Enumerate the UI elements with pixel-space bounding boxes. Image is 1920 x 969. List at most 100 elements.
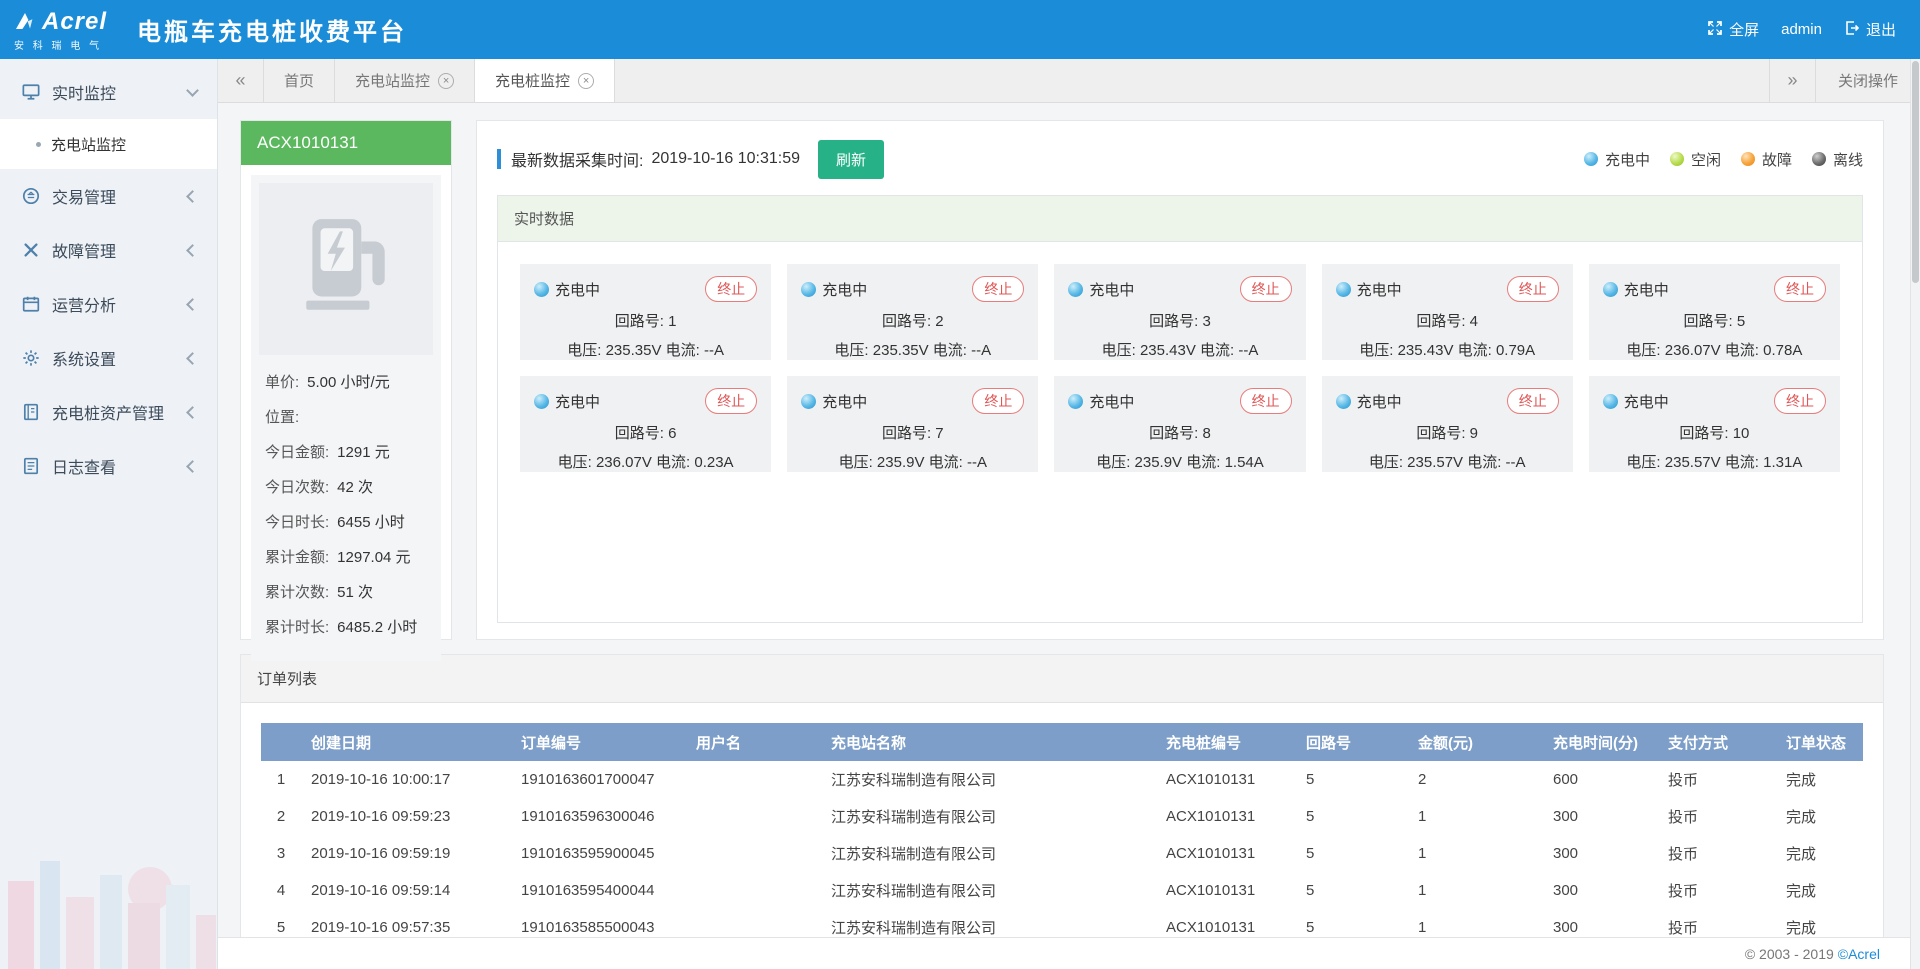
terminate-button[interactable]: 终止 <box>1774 276 1826 302</box>
fullscreen-button[interactable]: 全屏 <box>1707 19 1759 40</box>
circuit-number: 回路号: 6 <box>534 422 757 443</box>
tab-pile-monitor[interactable]: 充电桩监控 × <box>475 59 615 102</box>
cell-circuit-no: 5 <box>1296 909 1408 937</box>
offline-dot-icon <box>1812 152 1826 166</box>
chevron-down-icon <box>186 84 199 97</box>
close-operations-button[interactable]: 关闭操作 <box>1815 59 1920 102</box>
sidebar-item-settings[interactable]: 系统设置 <box>0 331 217 385</box>
pile-stat-row: 今日时长:6455 小时 <box>265 511 427 532</box>
terminate-button[interactable]: 终止 <box>1240 388 1292 414</box>
cell-pile-no: ACX1010131 <box>1156 761 1296 798</box>
chevron-left-icon <box>186 406 199 419</box>
transactions-icon <box>22 187 40 205</box>
cell-username <box>686 909 821 937</box>
col-circuit-no: 回路号 <box>1296 723 1408 761</box>
logo-text: Acrel <box>42 8 107 36</box>
charging-status-dot <box>801 282 816 297</box>
sidebar-item-transactions[interactable]: 交易管理 <box>0 169 217 223</box>
sidebar-item-logs[interactable]: 日志查看 <box>0 439 217 493</box>
sidebar-item-pile-assets[interactable]: 充电桩资产管理 <box>0 385 217 439</box>
next-tabs-button[interactable]: » <box>1769 59 1815 102</box>
calendar-icon <box>22 295 40 313</box>
terminate-button[interactable]: 终止 <box>972 276 1024 302</box>
realtime-data-section: 实时数据 充电中 终止 回路号: 1 <box>497 195 1863 623</box>
sidebar-item-faults[interactable]: 故障管理 <box>0 223 217 277</box>
double-chevron-right-icon: » <box>1787 70 1797 91</box>
pile-stat-row: 今日次数:42 次 <box>265 476 427 497</box>
pile-stat-value: 51 次 <box>337 584 373 601</box>
cell-order-status: 完成 <box>1776 872 1863 909</box>
user-menu[interactable]: admin <box>1781 21 1822 38</box>
table-header-row: 创建日期 订单编号 用户名 充电站名称 充电桩编号 回路号 金额(元) 充电时间… <box>261 723 1863 761</box>
cell-order-status: 完成 <box>1776 909 1863 937</box>
refresh-button[interactable]: 刷新 <box>818 140 884 179</box>
terminate-button[interactable]: 终止 <box>972 388 1024 414</box>
close-icon[interactable]: × <box>438 73 454 89</box>
cell-amount: 1 <box>1408 798 1543 835</box>
vertical-scrollbar[interactable] <box>1910 59 1920 969</box>
acrel-logo: Acrel 安 科 瑞 电 气 <box>14 8 107 52</box>
charging-pile-icon <box>290 213 402 325</box>
charging-status-dot <box>1336 282 1351 297</box>
legend-offline: 离线 <box>1812 149 1863 170</box>
pile-stat-value: 42 次 <box>337 479 373 496</box>
cell-pile-no: ACX1010131 <box>1156 798 1296 835</box>
sidebar-item-label: 运营分析 <box>52 292 116 316</box>
table-row[interactable]: 2 2019-10-16 09:59:23 1910163596300046 江… <box>261 798 1863 835</box>
terminate-button[interactable]: 终止 <box>705 276 757 302</box>
terminate-button[interactable]: 终止 <box>1774 388 1826 414</box>
cell-amount: 1 <box>1408 872 1543 909</box>
circuit-card: 充电中 终止 回路号: 8 电压: 235.9V 电流: 1.54A <box>1054 376 1305 472</box>
sidebar-item-label: 实时监控 <box>52 80 116 104</box>
terminate-button[interactable]: 终止 <box>1507 276 1559 302</box>
circuit-power: 电压: 235.35V 电流: --A <box>534 339 757 360</box>
collect-time-label: 最新数据采集时间: <box>511 147 643 171</box>
terminate-button[interactable]: 终止 <box>705 388 757 414</box>
cityscape-decoration <box>0 819 218 969</box>
cell-created-date: 2019-10-16 10:00:17 <box>301 761 511 798</box>
terminate-button[interactable]: 终止 <box>1240 276 1292 302</box>
legend-label: 故障 <box>1762 149 1792 170</box>
cell-order-status: 完成 <box>1776 761 1863 798</box>
pile-stat-row: 单价:5.00 小时/元 <box>265 371 427 392</box>
sidebar-item-label: 系统设置 <box>52 346 116 370</box>
table-row[interactable]: 1 2019-10-16 10:00:17 1910163601700047 江… <box>261 761 1863 798</box>
table-row[interactable]: 5 2019-10-16 09:57:35 1910163585500043 江… <box>261 909 1863 937</box>
pile-stat-label: 累计次数: <box>265 584 329 601</box>
fullscreen-icon <box>1707 20 1723 40</box>
sidebar-item-realtime-monitor[interactable]: 实时监控 <box>0 65 217 119</box>
circuit-power: 电压: 236.07V 电流: 0.23A <box>534 451 757 472</box>
circuit-number: 回路号: 3 <box>1068 310 1291 331</box>
terminate-button[interactable]: 终止 <box>1507 388 1559 414</box>
sidebar-item-station-monitor[interactable]: 充电站监控 <box>0 119 217 169</box>
table-row[interactable]: 4 2019-10-16 09:59:14 1910163595400044 江… <box>261 872 1863 909</box>
scrollbar-thumb[interactable] <box>1912 61 1919 283</box>
circuit-status-label: 充电中 <box>555 279 600 300</box>
fault-dot-icon <box>1741 152 1755 166</box>
sidebar-item-label: 故障管理 <box>52 238 116 262</box>
circuit-number: 回路号: 7 <box>801 422 1024 443</box>
app-root: Acrel 安 科 瑞 电 气 电瓶车充电桩收费平台 全屏 admin 退出 <box>0 0 1920 969</box>
close-icon[interactable]: × <box>578 73 594 89</box>
pile-stats: 单价:5.00 小时/元 位置: 今日金额:1291 元 <box>251 357 441 661</box>
cell-station-name: 江苏安科瑞制造有限公司 <box>821 835 1156 872</box>
orders-table: 创建日期 订单编号 用户名 充电站名称 充电桩编号 回路号 金额(元) 充电时间… <box>261 723 1863 937</box>
legend-label: 充电中 <box>1605 149 1650 170</box>
charging-status-dot <box>1068 394 1083 409</box>
pile-stat-value: 6485.2 小时 <box>337 619 417 636</box>
chevron-left-icon <box>186 298 199 311</box>
sidebar-item-label: 交易管理 <box>52 184 116 208</box>
tab-home[interactable]: 首页 <box>264 59 335 102</box>
prev-tabs-button[interactable]: « <box>218 59 264 102</box>
cell-station-name: 江苏安科瑞制造有限公司 <box>821 798 1156 835</box>
sidebar-item-analysis[interactable]: 运营分析 <box>0 277 217 331</box>
logo-subtext: 安 科 瑞 电 气 <box>14 37 107 52</box>
cell-station-name: 江苏安科瑞制造有限公司 <box>821 761 1156 798</box>
cell-circuit-no: 5 <box>1296 835 1408 872</box>
table-row[interactable]: 3 2019-10-16 09:59:19 1910163595900045 江… <box>261 835 1863 872</box>
acrel-link[interactable]: ©Acrel <box>1838 946 1880 962</box>
tab-station-monitor[interactable]: 充电站监控 × <box>335 59 475 102</box>
cell-order-status: 完成 <box>1776 835 1863 872</box>
realtime-monitor-panel: 最新数据采集时间: 2019-10-16 10:31:59 刷新 充电中 <box>476 120 1884 640</box>
logout-button[interactable]: 退出 <box>1844 19 1896 40</box>
